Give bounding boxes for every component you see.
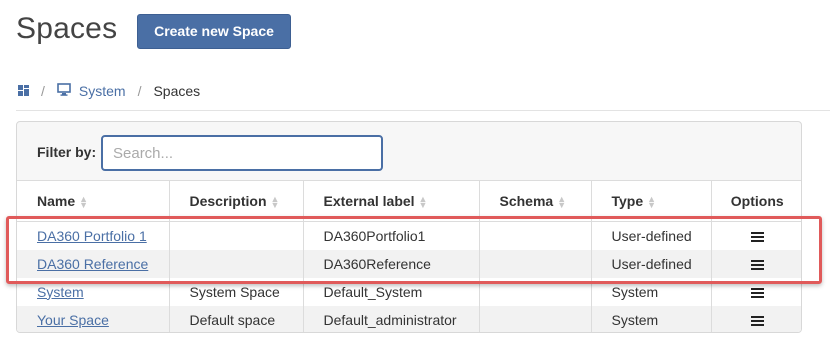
space-schema xyxy=(479,277,592,306)
space-type: User-defined xyxy=(591,249,712,278)
grid-home-icon[interactable] xyxy=(18,83,29,99)
table-row: DA360 Portfolio 1 DA360Portfolio1 User-d… xyxy=(17,221,801,250)
column-header-schema[interactable]: Schema ▲ ▼ xyxy=(479,180,592,222)
space-schema xyxy=(479,249,592,278)
space-external-label: Default_System xyxy=(303,277,480,306)
space-name-link[interactable]: DA360 Reference xyxy=(37,256,148,272)
space-name-link[interactable]: DA360 Portfolio 1 xyxy=(37,228,147,244)
column-header-external-label[interactable]: External label ▲ ▼ xyxy=(303,180,480,222)
space-description: System Space xyxy=(169,277,304,306)
table-row: Your Space Default space Default_adminis… xyxy=(17,305,801,332)
spaces-table: Name ▲ ▼ Description ▲ ▼ External label ▲ ▼ Sc… xyxy=(17,180,801,332)
column-header-options: Options xyxy=(711,180,801,222)
hamburger-menu-icon[interactable] xyxy=(750,314,764,328)
space-description: Default space xyxy=(169,305,304,332)
space-type: System xyxy=(591,305,712,332)
sort-icon: ▲ ▼ xyxy=(647,194,657,211)
table-row: DA360 Reference DA360Reference User-defi… xyxy=(17,249,801,278)
hamburger-menu-icon[interactable] xyxy=(750,258,764,272)
column-header-description[interactable]: Description ▲ ▼ xyxy=(169,180,304,222)
space-type: System xyxy=(591,277,712,306)
page-title: Spaces xyxy=(16,12,118,45)
breadcrumb-current: Spaces xyxy=(153,83,201,99)
breadcrumb-system-label: System xyxy=(78,83,126,99)
sort-icon: ▲ ▼ xyxy=(557,194,567,211)
search-input[interactable] xyxy=(101,135,383,171)
header-divider xyxy=(16,110,830,111)
space-description xyxy=(169,221,304,250)
space-description xyxy=(169,249,304,278)
create-new-space-button[interactable]: Create new Space xyxy=(137,14,291,49)
space-schema xyxy=(479,305,592,332)
space-external-label: DA360Reference xyxy=(303,249,480,278)
space-external-label: DA360Portfolio1 xyxy=(303,221,480,250)
filter-label: Filter by: xyxy=(37,144,97,160)
space-schema xyxy=(479,221,592,250)
breadcrumb: / System / Spaces xyxy=(18,82,200,100)
breadcrumb-separator: / xyxy=(137,83,142,99)
space-name-link[interactable]: Your Space xyxy=(37,312,109,328)
sort-icon: ▲ ▼ xyxy=(270,194,280,211)
table-row: System System Space Default_System Syste… xyxy=(17,277,801,306)
space-external-label: Default_administrator xyxy=(303,305,480,332)
sort-icon: ▲ ▼ xyxy=(79,194,89,211)
hamburger-menu-icon[interactable] xyxy=(750,286,764,300)
spaces-panel: Filter by: Name▲▼ Description▲▼ External… xyxy=(16,121,802,333)
hamburger-menu-icon[interactable] xyxy=(750,230,764,244)
monitor-icon xyxy=(57,83,71,99)
breadcrumb-system-link[interactable]: System xyxy=(57,83,126,99)
space-name-link[interactable]: System xyxy=(37,284,84,300)
sort-icon: ▲ ▼ xyxy=(418,194,428,211)
breadcrumb-separator: / xyxy=(41,83,45,99)
column-header-type[interactable]: Type ▲ ▼ xyxy=(591,180,712,222)
column-header-name[interactable]: Name ▲ ▼ xyxy=(17,180,170,222)
space-type: User-defined xyxy=(591,221,712,250)
